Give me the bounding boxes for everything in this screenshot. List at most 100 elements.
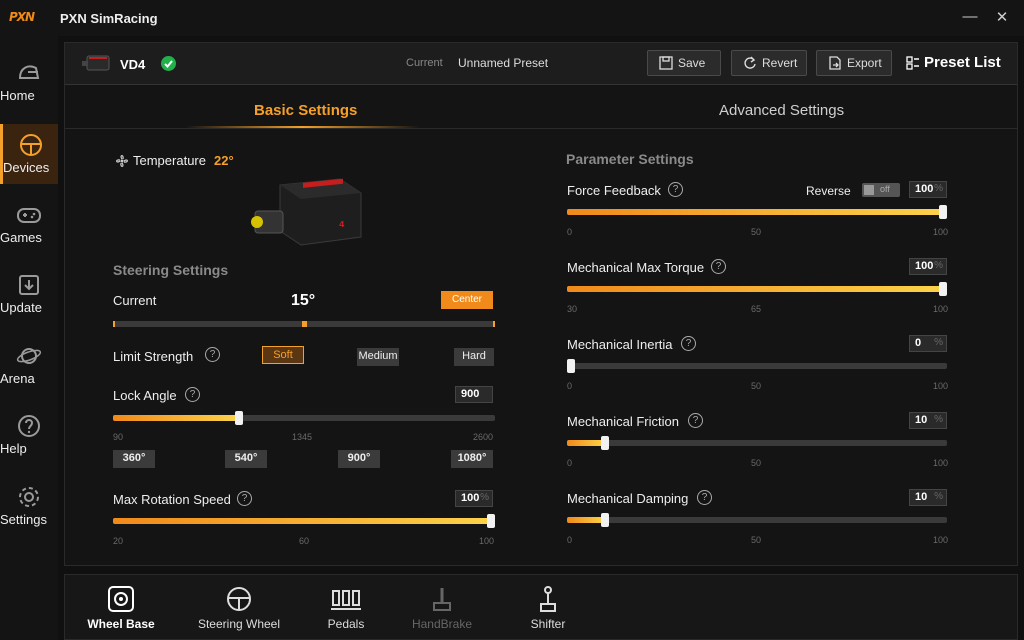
revert-button-label: Revert bbox=[762, 56, 798, 70]
tick-label: 50 bbox=[751, 458, 762, 468]
parameter-slider[interactable] bbox=[567, 436, 947, 450]
sidebar-item-games[interactable]: Games bbox=[0, 194, 58, 252]
unit-label: % bbox=[934, 491, 943, 502]
slider-thumb[interactable] bbox=[601, 513, 609, 527]
sidebar-item-arena[interactable]: Arena bbox=[0, 335, 58, 393]
parameter-label: Mechanical Max Torque bbox=[567, 260, 705, 275]
parameter-value: 100 bbox=[915, 183, 934, 195]
parameter-slider[interactable] bbox=[567, 359, 947, 373]
lock-angle-input[interactable]: 900 bbox=[455, 386, 493, 403]
lock-angle-help-icon[interactable]: ? bbox=[185, 387, 200, 402]
unit-label: % bbox=[934, 183, 943, 194]
sidebar-item-help[interactable]: Help bbox=[0, 405, 58, 463]
parameter-help-icon[interactable]: ? bbox=[688, 413, 703, 428]
minimize-button[interactable]: — bbox=[960, 8, 980, 25]
tick-label: 50 bbox=[751, 381, 762, 391]
lock-preset-900[interactable]: 900° bbox=[338, 450, 380, 468]
device-tab-wheel-base[interactable]: Wheel Base bbox=[71, 575, 171, 639]
app-title: PXN SimRacing bbox=[60, 11, 158, 26]
steering-wheel-icon bbox=[19, 134, 42, 156]
tick-label: 30 bbox=[567, 304, 578, 314]
parameter-help-icon[interactable]: ? bbox=[668, 182, 683, 197]
lock-angle-slider[interactable] bbox=[113, 411, 495, 425]
save-button[interactable]: Save bbox=[647, 50, 721, 76]
sidebar-item-update[interactable]: Update bbox=[0, 264, 58, 322]
unit-label: % bbox=[934, 414, 943, 425]
parameter-value-input[interactable]: 100% bbox=[909, 258, 947, 275]
preset-list-button[interactable]: Preset List bbox=[906, 54, 1001, 71]
parameter-help-icon[interactable]: ? bbox=[681, 336, 696, 351]
slider-thumb[interactable] bbox=[939, 205, 947, 219]
parameter-value-input[interactable]: 10% bbox=[909, 412, 947, 429]
slider-fill bbox=[567, 517, 605, 523]
device-tab-label: Pedals bbox=[327, 617, 365, 631]
lock-preset-540[interactable]: 540° bbox=[225, 450, 267, 468]
parameter-help-icon[interactable]: ? bbox=[697, 490, 712, 505]
parameter-value-input[interactable]: 100% bbox=[909, 181, 947, 198]
device-name: VD4 bbox=[120, 57, 146, 72]
tick-label: 2600 bbox=[473, 432, 494, 442]
limit-strength-help-icon[interactable]: ? bbox=[205, 347, 220, 362]
sidebar-item-label: Help bbox=[0, 441, 27, 456]
revert-icon bbox=[744, 56, 756, 69]
reverse-toggle[interactable]: off bbox=[862, 183, 900, 197]
current-preset-label: Current bbox=[406, 57, 443, 69]
parameter-slider[interactable] bbox=[567, 282, 947, 296]
limit-soft-button[interactable]: Soft bbox=[262, 346, 304, 364]
list-grid-icon bbox=[906, 56, 919, 70]
export-button[interactable]: Export bbox=[816, 50, 892, 76]
max-rotation-speed-label: Max Rotation Speed bbox=[113, 492, 231, 507]
download-icon bbox=[19, 275, 39, 295]
parameter-label: Mechanical Friction bbox=[567, 414, 679, 429]
lock-preset-1080[interactable]: 1080° bbox=[451, 450, 493, 468]
device-tab-label: HandBrake bbox=[411, 617, 473, 631]
slider-thumb[interactable] bbox=[487, 514, 495, 528]
sidebar-item-label: Games bbox=[0, 230, 42, 245]
current-angle-bar bbox=[113, 321, 495, 327]
close-button[interactable]: ✕ bbox=[992, 8, 1012, 26]
parameter-value-input[interactable]: 10% bbox=[909, 489, 947, 506]
wheel-base-image: 4 bbox=[251, 178, 362, 246]
slider-thumb[interactable] bbox=[567, 359, 575, 373]
max-rotation-slider[interactable] bbox=[113, 514, 495, 528]
sidebar-item-settings[interactable]: Settings bbox=[0, 476, 58, 534]
main-panel: VD4 Current Unnamed Preset Save Revert E… bbox=[64, 42, 1018, 566]
tick-label: 0 bbox=[567, 535, 573, 545]
tab-basic-settings[interactable]: Basic Settings bbox=[254, 102, 357, 119]
connected-check-icon bbox=[161, 56, 176, 71]
slider-thumb[interactable] bbox=[939, 282, 947, 296]
parameter-help-icon[interactable]: ? bbox=[711, 259, 726, 274]
wheel-base-icon bbox=[108, 586, 134, 612]
lock-preset-360[interactable]: 360° bbox=[113, 450, 155, 468]
sidebar-item-home[interactable]: Home bbox=[0, 52, 58, 110]
tab-advanced-settings[interactable]: Advanced Settings bbox=[719, 102, 844, 119]
device-tab-shifter[interactable]: Shifter bbox=[498, 575, 598, 639]
tick-label: 0 bbox=[567, 381, 573, 391]
max-rotation-help-icon[interactable]: ? bbox=[237, 491, 252, 506]
planet-icon bbox=[16, 348, 42, 364]
device-tab-handbrake[interactable]: HandBrake bbox=[392, 575, 492, 639]
slider-thumb[interactable] bbox=[235, 411, 243, 425]
parameter-slider[interactable] bbox=[567, 513, 947, 527]
max-rotation-input[interactable]: 100% bbox=[455, 490, 493, 507]
slider-thumb[interactable] bbox=[601, 436, 609, 450]
center-button[interactable]: Center bbox=[441, 291, 493, 309]
help-icon bbox=[18, 415, 40, 437]
slider-fill bbox=[567, 209, 947, 215]
parameter-slider[interactable] bbox=[567, 205, 947, 219]
parameter-value-input[interactable]: 0% bbox=[909, 335, 947, 352]
limit-hard-button[interactable]: Hard bbox=[454, 348, 494, 366]
sidebar-item-label: Update bbox=[0, 300, 42, 315]
device-tab-pedals[interactable]: Pedals bbox=[296, 575, 396, 639]
max-rotation-value: 100 bbox=[461, 492, 480, 504]
revert-button[interactable]: Revert bbox=[731, 50, 807, 76]
tick-label: 60 bbox=[299, 536, 310, 546]
device-tab-steering-wheel[interactable]: Steering Wheel bbox=[189, 575, 289, 639]
wheel-base-thumbnail bbox=[82, 55, 110, 71]
slider-fill bbox=[567, 286, 947, 292]
reverse-label: Reverse bbox=[806, 184, 851, 198]
limit-medium-button[interactable]: Medium bbox=[357, 348, 399, 366]
svg-text:4: 4 bbox=[339, 220, 345, 229]
sidebar-item-devices[interactable]: Devices bbox=[0, 124, 58, 184]
device-tab-label: Wheel Base bbox=[87, 617, 155, 631]
